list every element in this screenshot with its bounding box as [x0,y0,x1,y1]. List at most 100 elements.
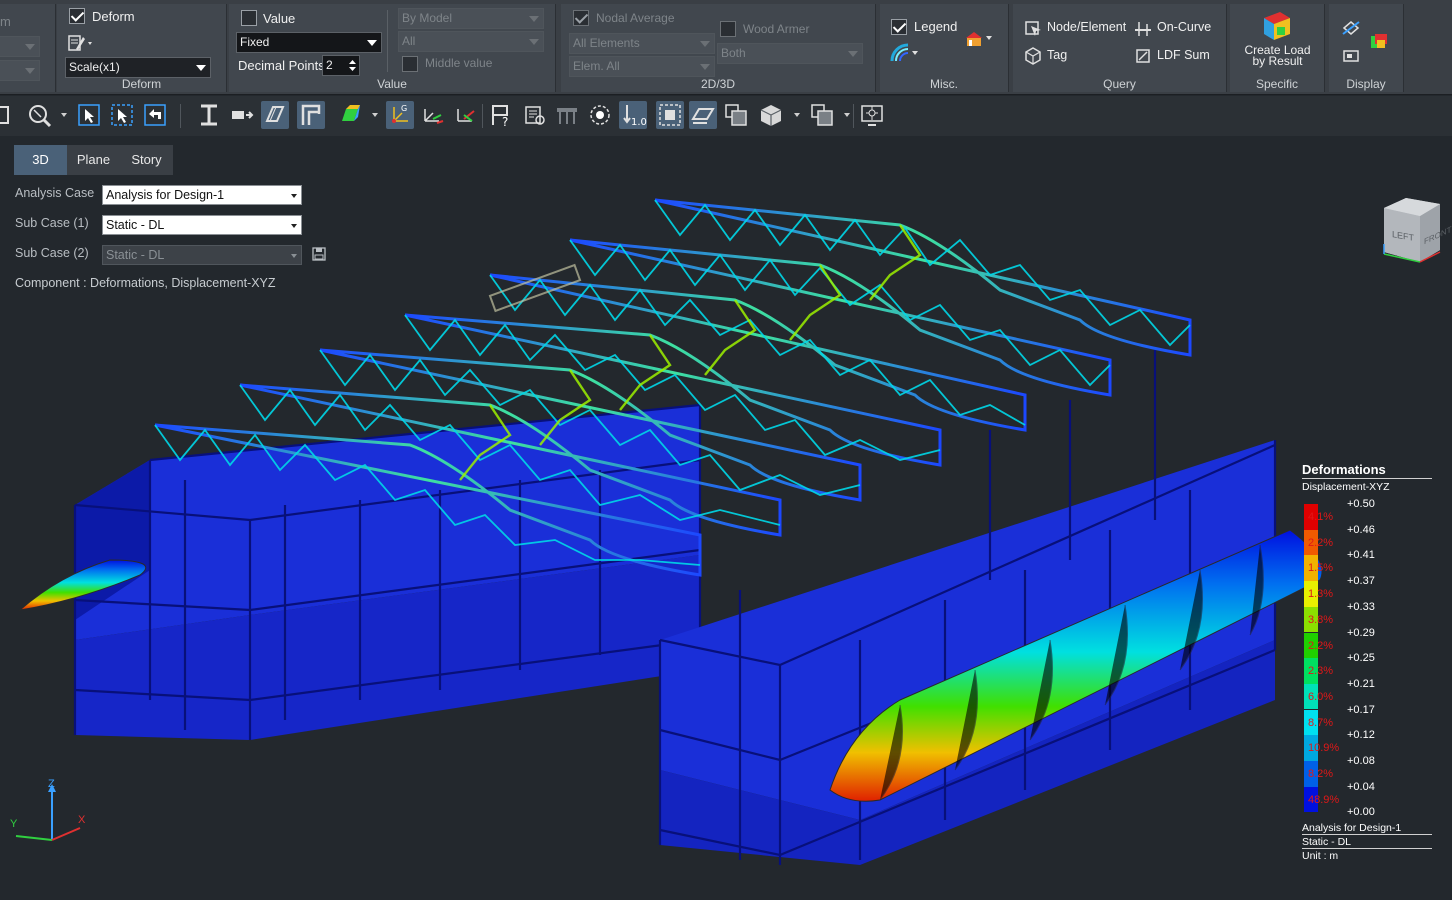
legend-value-label: +0.25 [1347,652,1375,665]
legend-percent-label: 3.8% [1308,613,1334,626]
svg-text:G: G [401,104,407,113]
both-select[interactable]: Both [717,43,863,64]
local-axis-icon[interactable] [419,101,447,129]
model-viewport[interactable]: 3D Plane Story Analysis Case Analysis fo… [0,136,1452,900]
section-i-icon[interactable] [195,101,223,129]
toolbar-separator-3 [853,104,854,128]
partial-combo-2[interactable] [0,60,40,81]
sub-case1-select[interactable]: Static - DL [102,215,302,235]
on-curve-button[interactable]: On-Curve [1157,20,1211,34]
deform-checkbox[interactable] [69,8,85,24]
legend-value-label: +0.37 [1347,575,1375,588]
value-all-select[interactable]: All [398,31,544,52]
on-curve-icon[interactable] [1133,18,1153,38]
sub-case2-label: Sub Case (2) [15,246,89,260]
legend-value-label: +0.00 [1347,806,1375,819]
ldf-sum-button[interactable]: LDF Sum [1157,48,1210,62]
create-load-button[interactable]: Create Load by Result [1230,44,1325,68]
wood-armer-label: Wood Armer [743,22,810,36]
wall-plate-icon[interactable] [261,101,289,129]
save-icon[interactable] [311,246,327,262]
legend-title: Deformations [1302,462,1432,479]
iso-view-icon[interactable] [757,101,785,129]
ldf-sum-icon[interactable] [1133,46,1153,66]
tag-button[interactable]: Tag [1047,48,1067,62]
value-checkbox[interactable] [241,10,257,26]
analysis-case-select[interactable]: Analysis for Design-1 [102,185,302,205]
multi-window-icon[interactable] [722,101,750,129]
render-mode-caret[interactable] [372,113,378,117]
toolbar-separator-1 [180,104,181,128]
analysis-case-value: Analysis for Design-1 [106,188,225,202]
legend-scale: +0.50 +0.46 +0.41 +0.37 +0.33 +0.29 +0.25 +0.21… [1302,498,1432,824]
wood-armer-checkbox[interactable] [720,21,736,37]
legend-percent-label: 8.2% [1308,768,1334,780]
legend-value-label: +0.41 [1347,549,1375,562]
contour-style-icon[interactable] [890,43,922,63]
node-axis-icon[interactable] [452,101,480,129]
tab-story[interactable]: Story [120,145,173,175]
create-load-line2: by Result [1252,54,1303,68]
structure-table-icon[interactable] [553,101,581,129]
tab-3d[interactable]: 3D [14,145,67,175]
query-flag-icon[interactable]: ? [487,101,515,129]
axis-z-label: Z [48,778,55,790]
toolbar-partial-icon[interactable] [0,101,14,129]
axis-y-label: Y [10,818,18,830]
create-load-icon[interactable] [1260,10,1294,42]
display-option-icon-2[interactable] [1369,32,1389,52]
value-mode-select[interactable]: Fixed [236,32,382,53]
elem-all-select[interactable]: Elem. All [569,56,715,77]
by-model-select[interactable]: By Model [398,8,544,29]
render-mode-icon[interactable] [336,101,364,129]
partial-combo-1[interactable] [0,36,40,57]
legend-percent-label: 48.9% [1308,793,1340,806]
legend-percent-label: 6.0% [1308,690,1334,703]
decimal-points-spinner[interactable]: 2 [322,55,360,76]
frame-icon[interactable] [297,101,325,129]
value-scale-icon[interactable]: 1.0 [619,101,647,129]
svg-text:1.0: 1.0 [631,117,647,128]
deform-scale-select[interactable]: Scale(x1) [65,57,211,78]
fit-view-icon[interactable] [656,101,684,129]
deform-options-icon[interactable] [67,33,92,53]
zoom-options-caret[interactable] [61,113,67,117]
layer-view-icon[interactable] [808,101,836,129]
sub-case2-select[interactable]: Static - DL [102,245,302,265]
tab-plane[interactable]: Plane [67,145,120,175]
sub-case1-label: Sub Case (1) [15,216,89,230]
property-sheet-icon[interactable] [520,101,548,129]
layer-view-caret[interactable] [844,113,850,117]
decimal-points-value: 2 [326,58,333,72]
display-option-icon-1[interactable] [1341,18,1361,38]
tag-icon[interactable] [1023,46,1043,66]
element-type-icon[interactable] [228,101,256,129]
sub-case2-value: Static - DL [106,248,165,262]
nodal-average-checkbox[interactable] [573,10,589,26]
legend-value-label: +0.21 [1347,677,1375,690]
legend-percent-label: 2.2% [1308,639,1334,652]
node-element-icon[interactable] [1023,18,1043,38]
iso-view-caret[interactable] [794,113,800,117]
display-option-icon-3[interactable] [1341,46,1361,66]
left-building [18,403,702,740]
axis-triad: Z Y X [8,778,88,844]
select-window-icon[interactable] [108,101,136,129]
chart-style-icon[interactable] [964,28,996,48]
select-pointer-icon[interactable] [75,101,103,129]
view-cube[interactable]: LEFT FRONT [1380,194,1452,266]
screen-capture-icon[interactable] [858,101,886,129]
perspective-icon[interactable] [689,101,717,129]
undo-select-icon[interactable] [141,101,169,129]
zoom-options-icon[interactable] [25,101,53,129]
node-element-button[interactable]: Node/Element [1047,20,1126,34]
legend-percent-label: 2.2% [1308,536,1334,549]
legend-checkbox[interactable] [891,19,907,35]
middle-value-checkbox[interactable] [402,56,418,72]
legend-value-label: +0.17 [1347,703,1375,716]
global-axis-icon[interactable]: G [386,101,414,129]
node-point-icon[interactable] [586,101,614,129]
specific-group-label: Specific [1255,77,1299,91]
deform-group-label: Deform [121,77,162,91]
all-elements-select[interactable]: All Elements [569,33,715,54]
